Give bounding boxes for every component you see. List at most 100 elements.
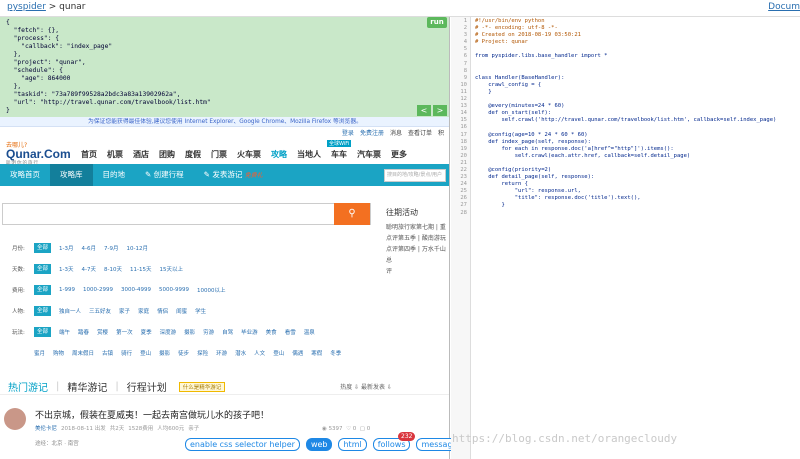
filter-option[interactable]: 11-15天 bbox=[130, 265, 151, 273]
filter-option[interactable]: 登山 bbox=[140, 349, 151, 357]
filter-option[interactable]: 踏春 bbox=[78, 328, 89, 336]
filter-option[interactable]: 4-7天 bbox=[82, 265, 96, 273]
filter-option[interactable]: 毕业游 bbox=[241, 328, 258, 336]
filter-option[interactable]: 1000-2999 bbox=[83, 287, 113, 293]
main-nav-item[interactable]: 门票 bbox=[206, 149, 232, 160]
tab-destination[interactable]: 目的地 bbox=[93, 164, 136, 186]
filter-option[interactable]: 人文 bbox=[254, 349, 265, 357]
filter-option[interactable]: 温泉 bbox=[304, 328, 315, 336]
documentation-link[interactable]: Docum bbox=[768, 2, 800, 12]
next-button[interactable]: > bbox=[433, 105, 447, 116]
main-nav-item[interactable]: 攻略 bbox=[266, 149, 292, 160]
filter-option[interactable]: 1-3天 bbox=[59, 265, 73, 273]
main-nav-item[interactable]: 度假 bbox=[180, 149, 206, 160]
filter-option[interactable]: 8-10天 bbox=[104, 265, 122, 273]
filter-option[interactable]: 4-6月 bbox=[82, 244, 96, 252]
crumb-pyspider-link[interactable]: pyspider bbox=[7, 2, 46, 12]
tab-guide-home[interactable]: 攻略首页 bbox=[0, 164, 50, 186]
prev-button[interactable]: < bbox=[417, 105, 431, 116]
filter-option[interactable]: 1-999 bbox=[59, 287, 75, 293]
filter-option[interactable]: 15天以上 bbox=[159, 265, 183, 273]
code-editor[interactable]: 1 2 3 4 5 6 7 8 9 10 11 12 13 14 15 16 17 18 19 20 21 22 23 24 2… bbox=[451, 17, 800, 459]
event-link[interactable]: 点评第四季 | 万水千山总 bbox=[386, 244, 449, 266]
main-nav-item[interactable]: 更多 bbox=[386, 149, 412, 160]
filter-option[interactable]: 潜水 bbox=[235, 349, 246, 357]
tab-trip-plans[interactable]: 行程计划 bbox=[119, 379, 175, 394]
filter-option[interactable]: 1-3月 bbox=[59, 244, 73, 252]
author-link[interactable]: 美伦卡尼 bbox=[35, 424, 57, 432]
filter-option[interactable]: 情侣 bbox=[157, 307, 168, 315]
main-search-input[interactable]: ⚲ bbox=[2, 203, 371, 225]
filter-option[interactable]: 环游 bbox=[216, 349, 227, 357]
filter-option[interactable]: 家子 bbox=[119, 307, 130, 315]
main-nav-item[interactable]: 当地人 bbox=[292, 149, 326, 160]
filter-option[interactable]: 10-12月 bbox=[126, 244, 147, 252]
filter-option[interactable]: 穷游 bbox=[203, 328, 214, 336]
event-link[interactable]: 评 bbox=[386, 266, 449, 277]
tab-create-trip[interactable]: ✎ 创建行程 bbox=[135, 164, 194, 186]
search-button[interactable]: ⚲ bbox=[334, 203, 370, 225]
html-tab[interactable]: html bbox=[338, 438, 367, 451]
featured-help-link[interactable]: 什么是精华游记 bbox=[178, 381, 226, 392]
filter-all[interactable]: 全部 bbox=[34, 305, 52, 316]
css-selector-helper-button[interactable]: enable css selector helper bbox=[185, 438, 300, 451]
filter-option[interactable]: 摄影 bbox=[184, 328, 195, 336]
filter-option[interactable]: 古镇 bbox=[102, 349, 113, 357]
login-link[interactable]: 登录 bbox=[342, 128, 354, 137]
filter-option[interactable]: 摄影 bbox=[159, 349, 170, 357]
main-nav-item[interactable]: 酒店 bbox=[128, 149, 154, 160]
filter-option[interactable]: 第一次 bbox=[116, 328, 133, 336]
filter-option[interactable]: 5000-9999 bbox=[159, 287, 189, 293]
points-link[interactable]: 积 bbox=[438, 128, 444, 137]
main-nav-item[interactable]: 火车票 bbox=[232, 149, 266, 160]
avatar[interactable] bbox=[4, 408, 26, 430]
event-link[interactable]: 点评第五季 | 酸南游玩 bbox=[386, 233, 449, 244]
tab-post-journal[interactable]: ✎ 发表游记 免费礼 bbox=[194, 164, 273, 186]
filter-option[interactable]: 周末假日 bbox=[72, 349, 94, 357]
filter-option[interactable]: 看雪 bbox=[285, 328, 296, 336]
filter-option[interactable]: 徒步 bbox=[178, 349, 189, 357]
tab-hot-journals[interactable]: 热门游记 bbox=[0, 379, 56, 394]
main-nav-item[interactable]: 汽车票 bbox=[352, 149, 386, 160]
main-nav-item[interactable]: 首页 bbox=[76, 149, 102, 160]
filter-option[interactable]: 偶遇 bbox=[292, 349, 303, 357]
filter-option[interactable]: 购物 bbox=[53, 349, 64, 357]
guide-search-input[interactable]: 搜目的地/攻略/景点/用户 bbox=[384, 168, 446, 182]
filter-all[interactable]: 全部 bbox=[34, 284, 52, 295]
run-button[interactable]: run bbox=[427, 17, 447, 28]
filter-option[interactable]: 美食 bbox=[266, 328, 277, 336]
main-nav-item[interactable]: 车车 bbox=[326, 149, 352, 160]
filter-option[interactable]: 深度游 bbox=[160, 328, 177, 336]
sort-options[interactable]: 热度 ⇩ 最新发表 ⇩ bbox=[340, 382, 449, 391]
script-code[interactable]: #!/usr/bin/env python # -*- encoding: utf… bbox=[475, 18, 776, 217]
main-nav-item[interactable]: 机票 bbox=[102, 149, 128, 160]
task-json-editor[interactable]: { "fetch": {}, "process": { "callback": … bbox=[0, 17, 449, 117]
filter-all[interactable]: 全部 bbox=[34, 263, 52, 274]
filter-option[interactable]: 端午 bbox=[59, 328, 70, 336]
tab-guide-library[interactable]: 攻略库 bbox=[50, 164, 93, 186]
filter-all[interactable]: 全部 bbox=[34, 326, 52, 337]
messages-link[interactable]: 消息 bbox=[390, 128, 402, 137]
filter-all[interactable]: 全部 bbox=[34, 242, 52, 253]
filter-option[interactable]: 冬季 bbox=[330, 349, 341, 357]
filter-option[interactable]: 蜜月 bbox=[34, 349, 45, 357]
event-link[interactable]: 聪明旅行家第七期 | 重 bbox=[386, 222, 449, 233]
filter-option[interactable]: 夏季 bbox=[141, 328, 152, 336]
filter-option[interactable]: 3000-4999 bbox=[121, 287, 151, 293]
filter-option[interactable]: 登山 bbox=[273, 349, 284, 357]
filter-option[interactable]: 三五好友 bbox=[89, 307, 111, 315]
web-tab[interactable]: web bbox=[305, 438, 333, 451]
filter-option[interactable]: 家庭 bbox=[138, 307, 149, 315]
filter-option[interactable]: 独自一人 bbox=[59, 307, 81, 315]
filter-option[interactable]: 7-9月 bbox=[104, 244, 118, 252]
filter-option[interactable]: 闺蜜 bbox=[176, 307, 187, 315]
orders-link[interactable]: 查看订单 bbox=[408, 128, 432, 137]
qunar-logo[interactable]: 去哪儿? Qunar.Com 聪明你的旅行 bbox=[6, 140, 71, 166]
filter-option[interactable]: 寒假 bbox=[311, 349, 322, 357]
filter-option[interactable]: 探险 bbox=[197, 349, 208, 357]
filter-option[interactable]: 骑行 bbox=[121, 349, 132, 357]
follows-tab[interactable]: follows 232 bbox=[372, 432, 416, 451]
filter-option[interactable]: 10000以上 bbox=[197, 286, 226, 294]
main-nav-item[interactable]: 团购 bbox=[154, 149, 180, 160]
filter-option[interactable]: 自驾 bbox=[222, 328, 233, 336]
